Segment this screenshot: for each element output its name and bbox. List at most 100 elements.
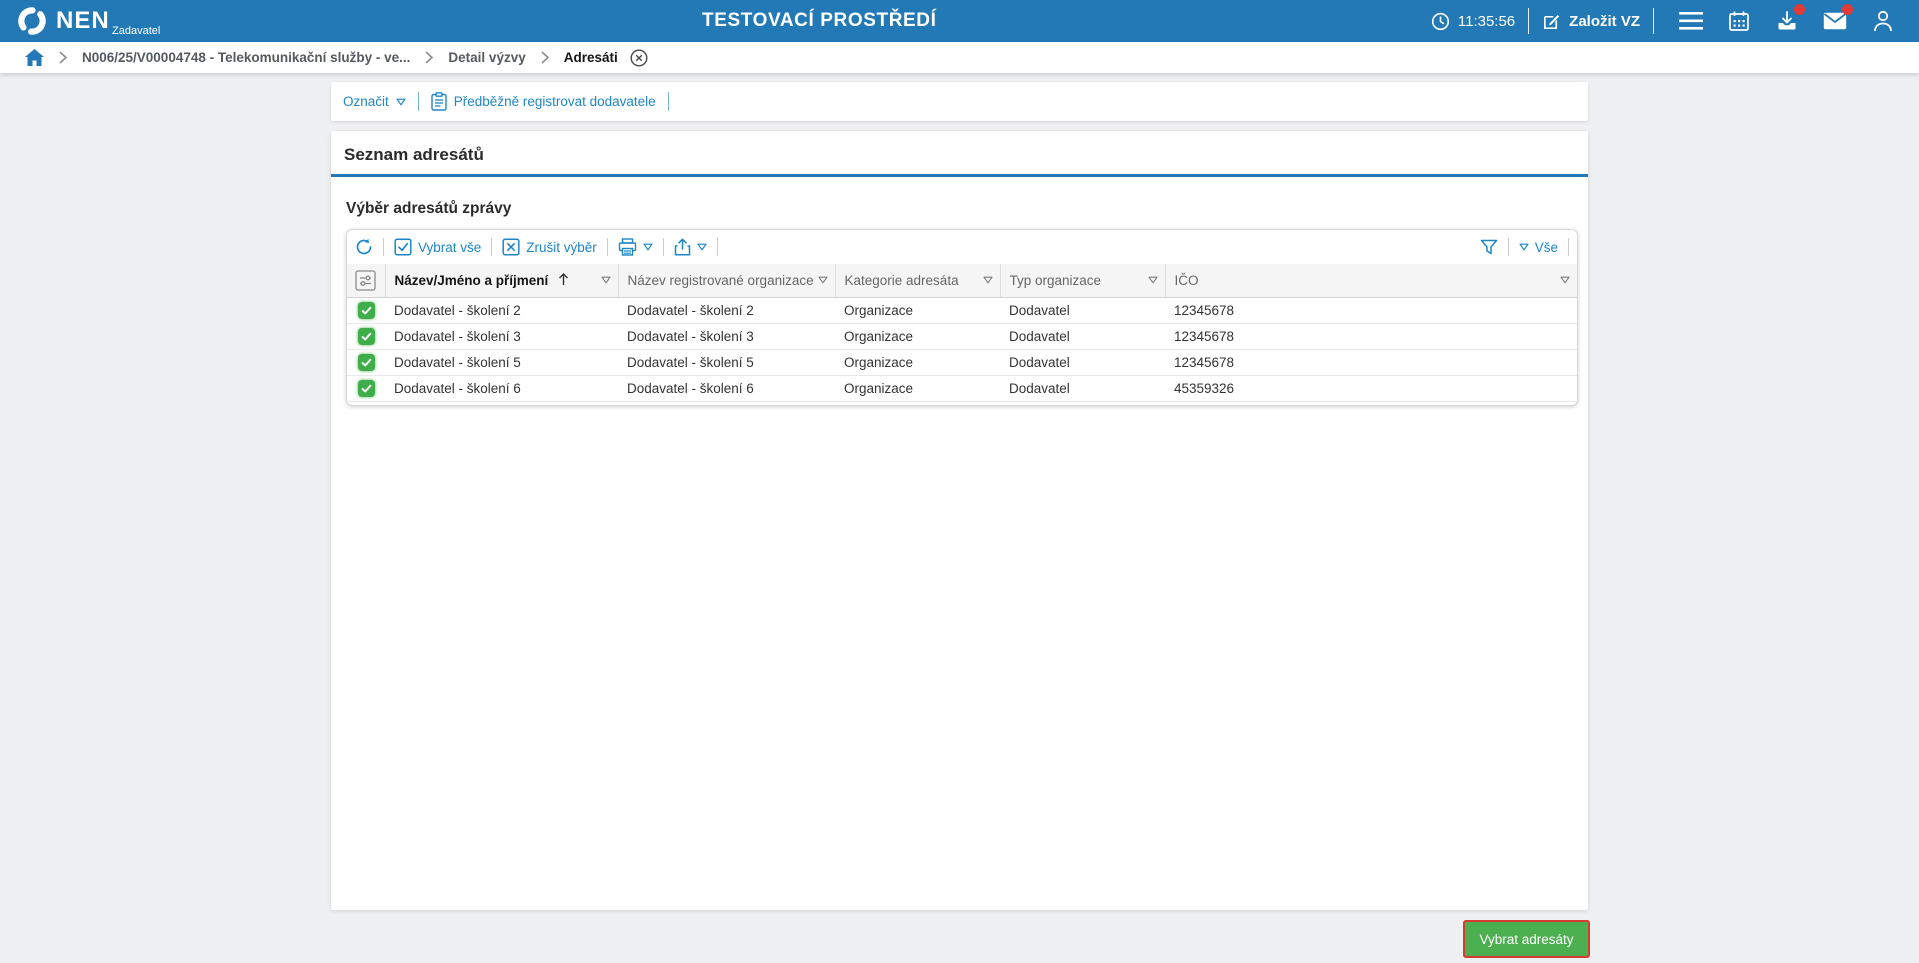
column-header-name[interactable]: Název/Jméno a příjmení bbox=[385, 264, 618, 297]
downloads-notification-badge bbox=[1794, 4, 1805, 15]
grid-toolbar-divider bbox=[383, 238, 384, 256]
table-row[interactable]: Dodavatel - školení 6 Dodavatel - školen… bbox=[347, 375, 1577, 401]
grid-toolbar-divider bbox=[607, 238, 608, 256]
column-header-name-label: Název/Jméno a příjmení bbox=[395, 273, 549, 288]
column-filter-button[interactable] bbox=[601, 276, 611, 284]
breadcrumb-item-detail-vyzvy[interactable]: Detail výzvy bbox=[448, 50, 525, 65]
top-header-bar: NEN Zadavatel TESTOVACÍ PROSTŘEDÍ 11:35:… bbox=[0, 0, 1919, 42]
nen-ring-logo-icon bbox=[16, 5, 48, 37]
breadcrumb-item-procurement[interactable]: N006/25/V00004748 - Telekomunikační služ… bbox=[82, 50, 410, 65]
green-check-icon bbox=[358, 380, 375, 397]
time-value: 11:35:56 bbox=[1458, 13, 1515, 30]
select-all-label: Vybrat vše bbox=[418, 240, 481, 255]
column-header-category[interactable]: Kategorie adresáta bbox=[835, 264, 1000, 297]
column-filter-button[interactable] bbox=[983, 276, 993, 284]
triangle-down-icon bbox=[697, 243, 707, 251]
triangle-down-icon bbox=[643, 243, 653, 251]
column-header-ico[interactable]: IČO bbox=[1165, 264, 1577, 297]
cell-category: Organizace bbox=[835, 375, 1000, 401]
cell-category: Organizace bbox=[835, 297, 1000, 323]
filter-scope-label: Vše bbox=[1535, 240, 1558, 255]
arrow-up-icon bbox=[558, 273, 569, 286]
messages-button[interactable] bbox=[1822, 8, 1848, 34]
export-icon bbox=[674, 238, 691, 256]
cell-org-type: Dodavatel bbox=[1000, 349, 1165, 375]
grid-toolbar-divider bbox=[1568, 238, 1569, 256]
green-check-icon bbox=[358, 328, 375, 345]
calendar-button[interactable] bbox=[1726, 8, 1752, 34]
green-check-icon bbox=[358, 302, 375, 319]
breadcrumb: N006/25/V00004748 - Telekomunikační služ… bbox=[0, 42, 1919, 73]
actions-toolbar: Označit Předběžně registrovat dodavatele bbox=[331, 82, 1588, 121]
cell-category: Organizace bbox=[835, 323, 1000, 349]
create-vz-label: Založit VZ bbox=[1569, 13, 1640, 30]
close-tab-button[interactable] bbox=[630, 49, 648, 67]
table-row[interactable]: Dodavatel - školení 2 Dodavatel - školen… bbox=[347, 297, 1577, 323]
export-dropdown-button[interactable] bbox=[674, 238, 707, 256]
toolbar-divider bbox=[418, 92, 419, 111]
row-checkbox[interactable] bbox=[347, 349, 385, 375]
hamburger-icon bbox=[1679, 12, 1703, 30]
home-icon bbox=[25, 49, 44, 66]
home-button[interactable] bbox=[25, 49, 44, 66]
cell-org-type: Dodavatel bbox=[1000, 323, 1165, 349]
toolbar-divider bbox=[668, 92, 669, 111]
cell-name: Dodavatel - školení 6 bbox=[385, 375, 618, 401]
column-settings-header[interactable] bbox=[347, 264, 385, 297]
column-filter-button[interactable] bbox=[1560, 276, 1570, 284]
column-header-registered-org[interactable]: Název registrované organizace bbox=[618, 264, 835, 297]
column-header-category-label: Kategorie adresáta bbox=[845, 273, 959, 288]
main-menu-button[interactable] bbox=[1678, 8, 1704, 34]
header-right-cluster: 11:35:56 Založit VZ bbox=[1431, 0, 1907, 42]
downloads-button[interactable] bbox=[1774, 8, 1800, 34]
user-profile-button[interactable] bbox=[1870, 8, 1896, 34]
clear-selection-label: Zrušit výběr bbox=[526, 240, 597, 255]
edit-square-icon bbox=[1542, 12, 1561, 31]
create-vz-button[interactable]: Založit VZ bbox=[1542, 12, 1640, 31]
print-dropdown-button[interactable] bbox=[618, 238, 653, 256]
grid-toolbar-divider bbox=[717, 238, 718, 256]
grid-toolbar-right: Vše bbox=[1480, 238, 1569, 256]
section-title-underline bbox=[331, 174, 1588, 177]
person-icon bbox=[1873, 10, 1893, 32]
row-checkbox[interactable] bbox=[347, 375, 385, 401]
clear-selection-button[interactable]: Zrušit výběr bbox=[502, 238, 597, 256]
calendar-icon bbox=[1728, 10, 1750, 32]
checkbox-x-icon bbox=[502, 238, 520, 256]
select-recipients-button[interactable]: Vybrat adresáty bbox=[1463, 920, 1590, 958]
mark-label: Označit bbox=[343, 94, 389, 109]
grid-toolbar-divider bbox=[491, 238, 492, 256]
cell-ico: 12345678 bbox=[1165, 349, 1577, 375]
preregister-supplier-button[interactable]: Předběžně registrovat dodavatele bbox=[431, 92, 656, 111]
printer-icon bbox=[618, 238, 637, 256]
mark-dropdown-button[interactable]: Označit bbox=[343, 94, 406, 109]
row-checkbox[interactable] bbox=[347, 323, 385, 349]
refresh-button[interactable] bbox=[355, 238, 373, 256]
breadcrumb-item-adresati[interactable]: Adresáti bbox=[564, 50, 618, 65]
table-row[interactable]: Dodavatel - školení 3 Dodavatel - školen… bbox=[347, 323, 1577, 349]
cell-registered-org: Dodavatel - školení 5 bbox=[618, 349, 835, 375]
column-header-org-type-label: Typ organizace bbox=[1010, 273, 1102, 288]
filter-button[interactable] bbox=[1480, 239, 1498, 256]
table-row[interactable]: Dodavatel - školení 5 Dodavatel - školen… bbox=[347, 349, 1577, 375]
column-header-ico-label: IČO bbox=[1175, 273, 1199, 288]
clipboard-icon bbox=[431, 92, 447, 111]
row-checkbox[interactable] bbox=[347, 297, 385, 323]
cell-org-type: Dodavatel bbox=[1000, 375, 1165, 401]
session-time: 11:35:56 bbox=[1431, 12, 1515, 31]
brand-name: NEN bbox=[56, 0, 110, 42]
circle-x-icon bbox=[630, 49, 648, 67]
subsection-title: Výběr adresátů zprávy bbox=[346, 200, 1588, 218]
column-header-org-type[interactable]: Typ organizace bbox=[1000, 264, 1165, 297]
select-all-button[interactable]: Vybrat vše bbox=[394, 238, 481, 256]
breadcrumb-chevron-icon bbox=[425, 51, 433, 64]
column-filter-button[interactable] bbox=[818, 276, 828, 284]
app-logo[interactable]: NEN Zadavatel bbox=[16, 0, 110, 42]
cell-ico: 45359326 bbox=[1165, 375, 1577, 401]
environment-title: TESTOVACÍ PROSTŘEDÍ bbox=[702, 0, 937, 42]
clock-icon bbox=[1431, 12, 1450, 31]
table-header-row: Název/Jméno a příjmení Název registrovan… bbox=[347, 264, 1577, 297]
column-filter-button[interactable] bbox=[1148, 276, 1158, 284]
recipients-table: Název/Jméno a příjmení Název registrovan… bbox=[347, 264, 1577, 402]
filter-scope-dropdown[interactable]: Vše bbox=[1519, 240, 1558, 255]
